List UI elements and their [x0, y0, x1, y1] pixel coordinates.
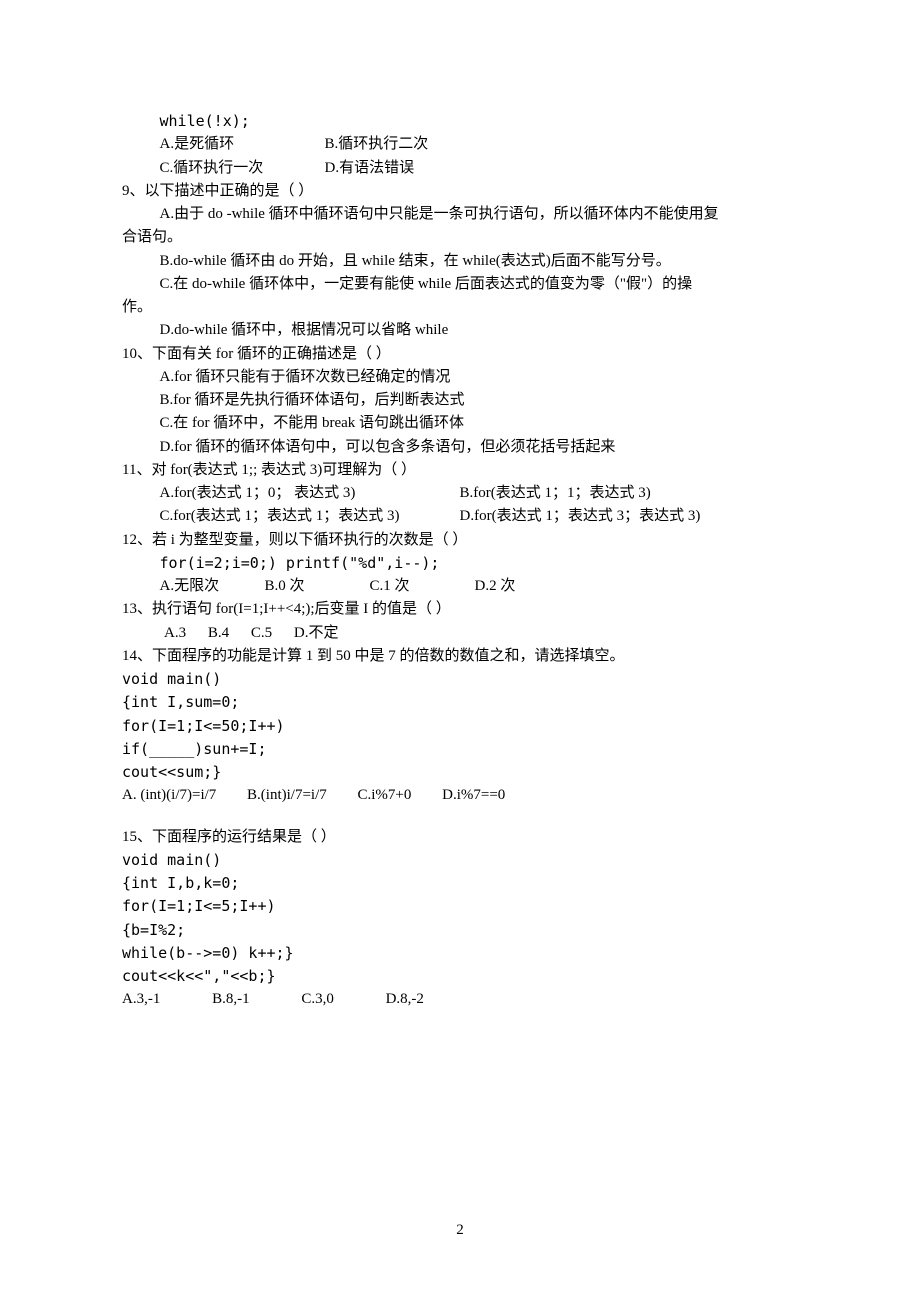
option-b: B.for 循环是先执行循环体语句，后判断表达式 — [122, 389, 798, 412]
option-a: A.是死循环 — [160, 133, 325, 156]
option-b: B.8,-1 — [212, 991, 250, 1007]
option-a: A.for 循环只能有于循环次数已经确定的情况 — [122, 366, 798, 389]
code-line: while(b-->=0) k++;} — [122, 942, 798, 965]
code-line: {int I,sum=0; — [122, 691, 798, 714]
code-line: cout<<sum;} — [122, 761, 798, 784]
option-row: A.是死循环 B.循环执行二次 — [122, 133, 798, 156]
option-a: A.3,-1 — [122, 991, 160, 1007]
question-stem: 13、执行语句 for(I=1;I++<4;);后变量 I 的值是（ ） — [122, 598, 798, 621]
option-c: C.循环执行一次 — [160, 157, 325, 180]
option-d: D.8,-2 — [386, 991, 424, 1007]
option-d: D.do-while 循环中，根据情况可以省略 while — [122, 319, 798, 342]
option-row: A.无限次 B.0 次 C.1 次 D.2 次 — [122, 575, 798, 598]
option-b: B.4 — [208, 625, 229, 641]
option-c: C.在 for 循环中，不能用 break 语句跳出循环体 — [122, 412, 798, 435]
option-row: C.for(表达式 1；表达式 1；表达式 3) D.for(表达式 1；表达式… — [122, 505, 798, 528]
option-row: A.for(表达式 1；0； 表达式 3) B.for(表达式 1；1；表达式 … — [122, 482, 798, 505]
page-number: 2 — [0, 1219, 920, 1242]
option-d: D.for(表达式 1；表达式 3；表达式 3) — [460, 505, 701, 528]
code-line: if(_____)sun+=I; — [122, 738, 798, 761]
option-row: C.循环执行一次 D.有语法错误 — [122, 157, 798, 180]
option-a-line2: 合语句。 — [122, 226, 798, 249]
document-page: while(!x); A.是死循环 B.循环执行二次 C.循环执行一次 D.有语… — [0, 0, 920, 1302]
option-a: A.for(表达式 1；0； 表达式 3) — [160, 482, 460, 505]
option-b: B.循环执行二次 — [325, 133, 429, 156]
code-line: for(i=2;i=0;) printf("%d",i--); — [122, 552, 798, 575]
code-line: for(I=1;I<=5;I++) — [122, 895, 798, 918]
option-b: B.(int)i/7=i/7 — [247, 787, 327, 803]
question-stem: 14、下面程序的功能是计算 1 到 50 中是 7 的倍数的数值之和，请选择填空… — [122, 645, 798, 668]
option-a-line1: A.由于 do -while 循环中循环语句中只能是一条可执行语句，所以循环体内… — [122, 203, 798, 226]
option-c: C.5 — [251, 625, 272, 641]
code-line: {b=I%2; — [122, 919, 798, 942]
option-b: B.do-while 循环由 do 开始，且 while 结束，在 while(… — [122, 250, 798, 273]
option-c: C.3,0 — [301, 991, 334, 1007]
code-line: for(I=1;I<=50;I++) — [122, 715, 798, 738]
question-stem: 11、对 for(表达式 1;; 表达式 3)可理解为（ ） — [122, 459, 798, 482]
question-stem: 15、下面程序的运行结果是（ ） — [122, 826, 798, 849]
code-line: void main() — [122, 849, 798, 872]
option-d: D.i%7==0 — [442, 787, 505, 803]
option-row: A.3 B.4 C.5 D.不定 — [122, 622, 798, 645]
option-row: A. (int)(i/7)=i/7 B.(int)i/7=i/7 C.i%7+0… — [122, 784, 798, 807]
option-b: B.0 次 — [265, 575, 370, 598]
option-c-line1: C.在 do-while 循环体中，一定要有能使 while 后面表达式的值变为… — [122, 273, 798, 296]
code-line: void main() — [122, 668, 798, 691]
option-d: D.有语法错误 — [325, 157, 415, 180]
option-d: D.for 循环的循环体语句中，可以包含多条语句，但必须花括号括起来 — [122, 436, 798, 459]
question-stem: 12、若 i 为整型变量，则以下循环执行的次数是（ ） — [122, 529, 798, 552]
code-line: while(!x); — [122, 110, 798, 133]
question-stem: 9、以下描述中正确的是（ ） — [122, 180, 798, 203]
option-a: A. (int)(i/7)=i/7 — [122, 787, 216, 803]
code-line: {int I,b,k=0; — [122, 872, 798, 895]
option-a: A.3 — [164, 625, 186, 641]
option-d: D.2 次 — [475, 575, 516, 598]
option-row: A.3,-1 B.8,-1 C.3,0 D.8,-2 — [122, 988, 798, 1011]
option-c-line2: 作。 — [122, 296, 798, 319]
option-c: C.1 次 — [370, 575, 475, 598]
option-c: C.for(表达式 1；表达式 1；表达式 3) — [160, 505, 460, 528]
option-b: B.for(表达式 1；1；表达式 3) — [460, 482, 651, 505]
question-stem: 10、下面有关 for 循环的正确描述是（ ） — [122, 343, 798, 366]
code-line: cout<<k<<","<<b;} — [122, 965, 798, 988]
option-c: C.i%7+0 — [358, 787, 412, 803]
option-a: A.无限次 — [160, 575, 265, 598]
option-d: D.不定 — [294, 625, 339, 641]
